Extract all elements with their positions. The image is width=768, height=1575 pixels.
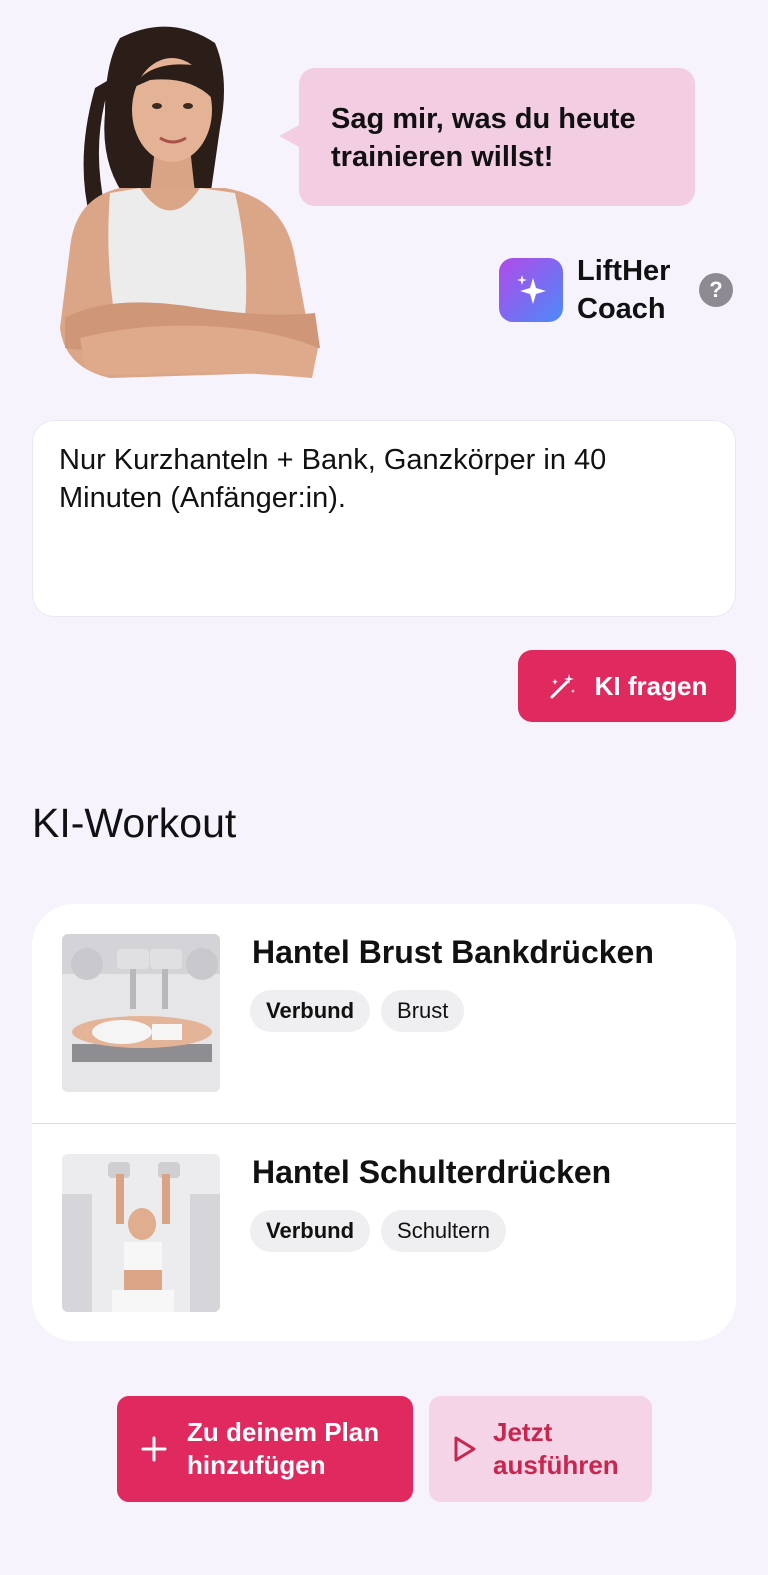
exercise-row[interactable]: Hantel Brust Bankdrücken Verbund Brust: [32, 904, 736, 1124]
help-icon: ?: [709, 277, 723, 302]
magic-wand-icon: [550, 674, 575, 699]
exercise-tags: Verbund Schultern: [250, 1210, 506, 1252]
add-to-plan-button[interactable]: Zu deinem Plan hinzufügen: [117, 1396, 413, 1502]
exercise-row[interactable]: Hantel Schulterdrücken Verbund Schultern: [32, 1124, 736, 1341]
section-title: KI-Workout: [32, 800, 237, 846]
add-to-plan-label: Zu deinem Plan hinzufügen: [187, 1417, 380, 1480]
plus-icon: [141, 1436, 167, 1462]
help-button[interactable]: ?: [699, 273, 733, 307]
tag-muscle: Schultern: [381, 1210, 506, 1252]
coach-avatar-image: [60, 26, 320, 378]
prompt-text: Nur Kurzhanteln + Bank, Ganzkörper in 40…: [59, 444, 607, 514]
brand-name: LiftHer Coach: [577, 255, 671, 325]
run-now-label: Jetzt ausführen: [493, 1417, 619, 1480]
ask-ai-button[interactable]: KI fragen: [518, 650, 736, 722]
exercise-name: Hantel Brust Bankdrücken: [252, 934, 654, 970]
exercise-thumbnail: [62, 1154, 220, 1312]
play-icon: [454, 1436, 476, 1462]
exercise-tags: Verbund Brust: [250, 990, 465, 1032]
tag-type: Verbund: [250, 990, 371, 1032]
run-now-button[interactable]: Jetzt ausführen: [429, 1396, 652, 1502]
exercise-thumbnail: [62, 934, 220, 1092]
brand: LiftHer Coach: [499, 255, 697, 325]
coach-header: Sag mir, was du heute trainieren willst!…: [0, 0, 768, 400]
exercise-name: Hantel Schulterdrücken: [252, 1154, 612, 1190]
speech-bubble-text: Sag mir, was du heute trainieren willst!: [331, 103, 636, 173]
sparkles-icon: [499, 258, 563, 322]
tag-muscle: Brust: [381, 990, 465, 1032]
workout-card: Hantel Brust Bankdrücken Verbund Brust H…: [32, 904, 736, 1341]
coach-speech-bubble: Sag mir, was du heute trainieren willst!: [279, 68, 695, 206]
ask-ai-label: KI fragen: [594, 670, 708, 701]
tag-type: Verbund: [250, 1210, 371, 1252]
prompt-input[interactable]: Nur Kurzhanteln + Bank, Ganzkörper in 40…: [32, 420, 736, 617]
